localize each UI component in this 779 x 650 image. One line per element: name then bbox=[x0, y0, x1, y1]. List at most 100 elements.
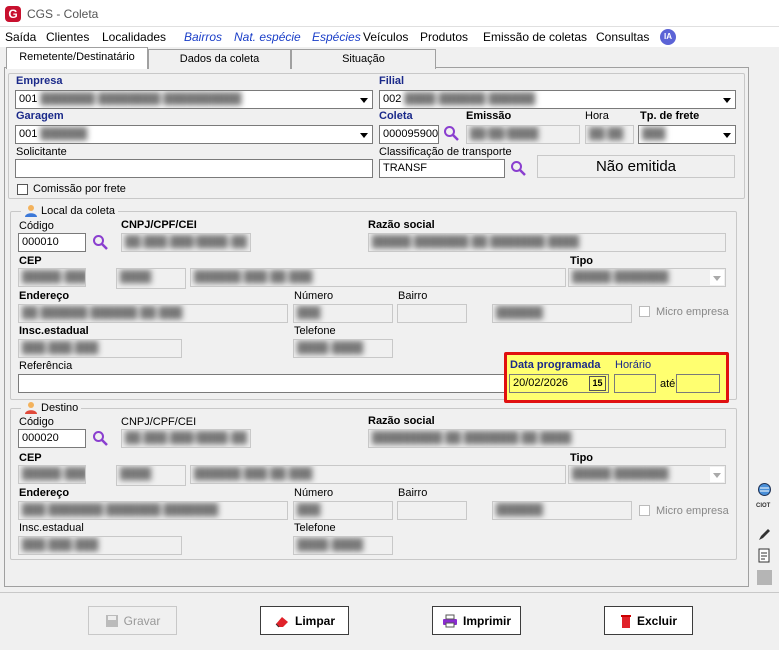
local-tipo-select[interactable]: █████ ███████ bbox=[568, 268, 726, 287]
tp-frete-select[interactable]: ███ bbox=[638, 125, 736, 144]
destino-legend: Destino bbox=[21, 401, 82, 414]
destino-tipo-select[interactable]: █████ ███████ bbox=[568, 465, 726, 484]
destino-codigo-input[interactable]: 000020 bbox=[18, 429, 86, 448]
menu-nat-especie[interactable]: Nat. espécie bbox=[234, 30, 301, 44]
local-razao-input[interactable]: █████ ███████ ██ ███████ ████ bbox=[368, 233, 726, 252]
destino-numero-input[interactable]: ███ bbox=[293, 501, 393, 520]
coleta-input[interactable]: 000095900 bbox=[379, 125, 439, 144]
filial-select[interactable]: 002 ████ ██████ ██████ bbox=[379, 90, 736, 109]
destino-endereco-input[interactable]: ███ ███████ ███████ ███████ bbox=[18, 501, 288, 520]
globe-icon[interactable] bbox=[757, 482, 772, 497]
destino-codigo-label: Código bbox=[19, 416, 54, 428]
destino-cep-label: CEP bbox=[19, 452, 42, 464]
menu-veiculos[interactable]: Veículos bbox=[363, 30, 408, 44]
menu-saida[interactable]: Saída bbox=[5, 30, 36, 44]
status-badge: Não emitida bbox=[537, 155, 735, 178]
gravar-button[interactable]: Gravar bbox=[88, 606, 177, 635]
local-micro-checkbox[interactable] bbox=[639, 306, 650, 317]
search-destino-icon[interactable] bbox=[92, 430, 108, 446]
gravar-label: Gravar bbox=[123, 613, 161, 628]
solicitante-label: Solicitante bbox=[16, 146, 67, 158]
destino-cidade-input[interactable]: ██████ ███ ██ ███ bbox=[190, 465, 566, 484]
imprimir-label: Imprimir bbox=[462, 613, 511, 628]
local-razao-label: Razão social bbox=[368, 219, 435, 231]
tp-frete-label: Tp. de frete bbox=[640, 110, 700, 122]
local-cnpj-input[interactable]: ██.███.███/████-██ bbox=[121, 233, 251, 252]
hora-input[interactable]: ██:██ bbox=[585, 125, 634, 144]
ciot-icon[interactable]: CIOT bbox=[756, 503, 770, 509]
destino-cnpj-input[interactable]: ██.███.███/████-██ bbox=[121, 429, 251, 448]
horario-label: Horário bbox=[615, 359, 652, 371]
imprimir-button[interactable]: Imprimir bbox=[432, 606, 521, 635]
local-codigo-input[interactable]: 000010 bbox=[18, 233, 86, 252]
title-bar bbox=[0, 0, 779, 27]
local-cidade-input[interactable]: ██████ ███ ██ ███ bbox=[190, 268, 566, 287]
ia-assistant-icon[interactable]: IA bbox=[660, 29, 676, 45]
destino-bairro-code-input[interactable] bbox=[397, 501, 467, 520]
menu-produtos[interactable]: Produtos bbox=[420, 30, 468, 44]
horario-inicio-input[interactable] bbox=[614, 374, 656, 393]
local-bairro-code-input[interactable] bbox=[397, 304, 467, 323]
local-endereco-input[interactable]: ██ ██████ ██████ ██ ███ bbox=[18, 304, 288, 323]
coleta-value: 000095900 bbox=[383, 128, 439, 140]
excluir-label: Excluir bbox=[636, 613, 678, 628]
destino-cep-input[interactable]: █████-███ bbox=[18, 465, 86, 484]
local-telefone-input[interactable]: ████-████ bbox=[293, 339, 393, 358]
destino-codigo-value: 000020 bbox=[22, 432, 59, 444]
excluir-button[interactable]: Excluir bbox=[604, 606, 693, 635]
local-cep-input[interactable]: █████-███ bbox=[18, 268, 86, 287]
destino-telefone-label: Telefone bbox=[294, 522, 336, 534]
local-tipo-label: Tipo bbox=[570, 255, 594, 267]
local-bairro-input[interactable]: ██████ bbox=[492, 304, 632, 323]
search-coleta-icon[interactable] bbox=[443, 125, 459, 141]
local-insc-input[interactable]: ███.███.███ bbox=[18, 339, 182, 358]
local-codigo-value: 000010 bbox=[22, 236, 59, 248]
garagem-label: Garagem bbox=[16, 110, 64, 122]
destino-insc-input[interactable]: ███.███.███ bbox=[18, 536, 182, 555]
limpar-button[interactable]: Limpar bbox=[260, 606, 349, 635]
destino-micro-label: Micro empresa bbox=[656, 505, 729, 517]
menu-localidades[interactable]: Localidades bbox=[102, 30, 166, 44]
destino-title: Destino bbox=[41, 401, 79, 414]
local-endereco-label: Endereço bbox=[19, 290, 70, 302]
search-classificacao-icon[interactable] bbox=[510, 160, 526, 176]
destino-razao-input[interactable]: █████████ ██ ███████ ██ ████ bbox=[368, 429, 726, 448]
window-title: CGS - Coleta bbox=[27, 7, 99, 21]
tab-situacao[interactable]: Situação bbox=[291, 49, 436, 69]
destino-bairro-input[interactable]: ██████ bbox=[492, 501, 632, 520]
local-numero-input[interactable]: ███ bbox=[293, 304, 393, 323]
local-numero-label: Número bbox=[294, 290, 334, 302]
menu-especies[interactable]: Espécies bbox=[312, 30, 361, 44]
edit-icon[interactable] bbox=[757, 527, 772, 542]
local-referencia-input[interactable] bbox=[18, 374, 508, 393]
classificacao-input[interactable]: TRANSF bbox=[379, 159, 505, 178]
destino-localizar-button[interactable]: ████ bbox=[116, 465, 186, 486]
destino-bairro-label: Bairro bbox=[398, 487, 428, 499]
emissao-input[interactable]: ██/██/████ bbox=[466, 125, 580, 144]
destino-telefone-input[interactable]: ████-████ bbox=[293, 536, 393, 555]
tab-label: Remetente/Destinatário bbox=[19, 51, 135, 63]
local-localizar-button[interactable]: ████ bbox=[116, 268, 186, 289]
coleta-label: Coleta bbox=[379, 110, 413, 122]
menu-bairros[interactable]: Bairros bbox=[184, 30, 222, 44]
comissao-checkbox[interactable] bbox=[17, 184, 28, 195]
destino-endereco-label: Endereço bbox=[19, 487, 70, 499]
destino-micro-checkbox[interactable] bbox=[639, 505, 650, 516]
garagem-select[interactable]: 001 ██████ bbox=[15, 125, 373, 144]
document-icon[interactable] bbox=[757, 548, 772, 563]
filial-value: 002 bbox=[383, 93, 402, 105]
menu-clientes[interactable]: Clientes bbox=[46, 30, 89, 44]
empresa-select[interactable]: 001 ███████ ████████ ██████████ bbox=[15, 90, 373, 109]
menu-emissao-coletas[interactable]: Emissão de coletas bbox=[483, 30, 587, 44]
calendar-icon[interactable]: 15 bbox=[589, 376, 606, 391]
menu-consultas[interactable]: Consultas bbox=[596, 30, 649, 44]
solicitante-input[interactable] bbox=[15, 159, 373, 178]
local-insc-label: Insc.estadual bbox=[19, 325, 89, 337]
destino-razao-label: Razão social bbox=[368, 415, 435, 427]
tab-dados-coleta[interactable]: Dados da coleta bbox=[148, 49, 291, 69]
search-local-icon[interactable] bbox=[92, 234, 108, 250]
horario-fim-input[interactable] bbox=[676, 374, 720, 393]
tab-remetente-destinatario[interactable]: Remetente/Destinatário bbox=[6, 47, 148, 69]
local-telefone-label: Telefone bbox=[294, 325, 336, 337]
tab-label: Situação bbox=[342, 53, 385, 65]
